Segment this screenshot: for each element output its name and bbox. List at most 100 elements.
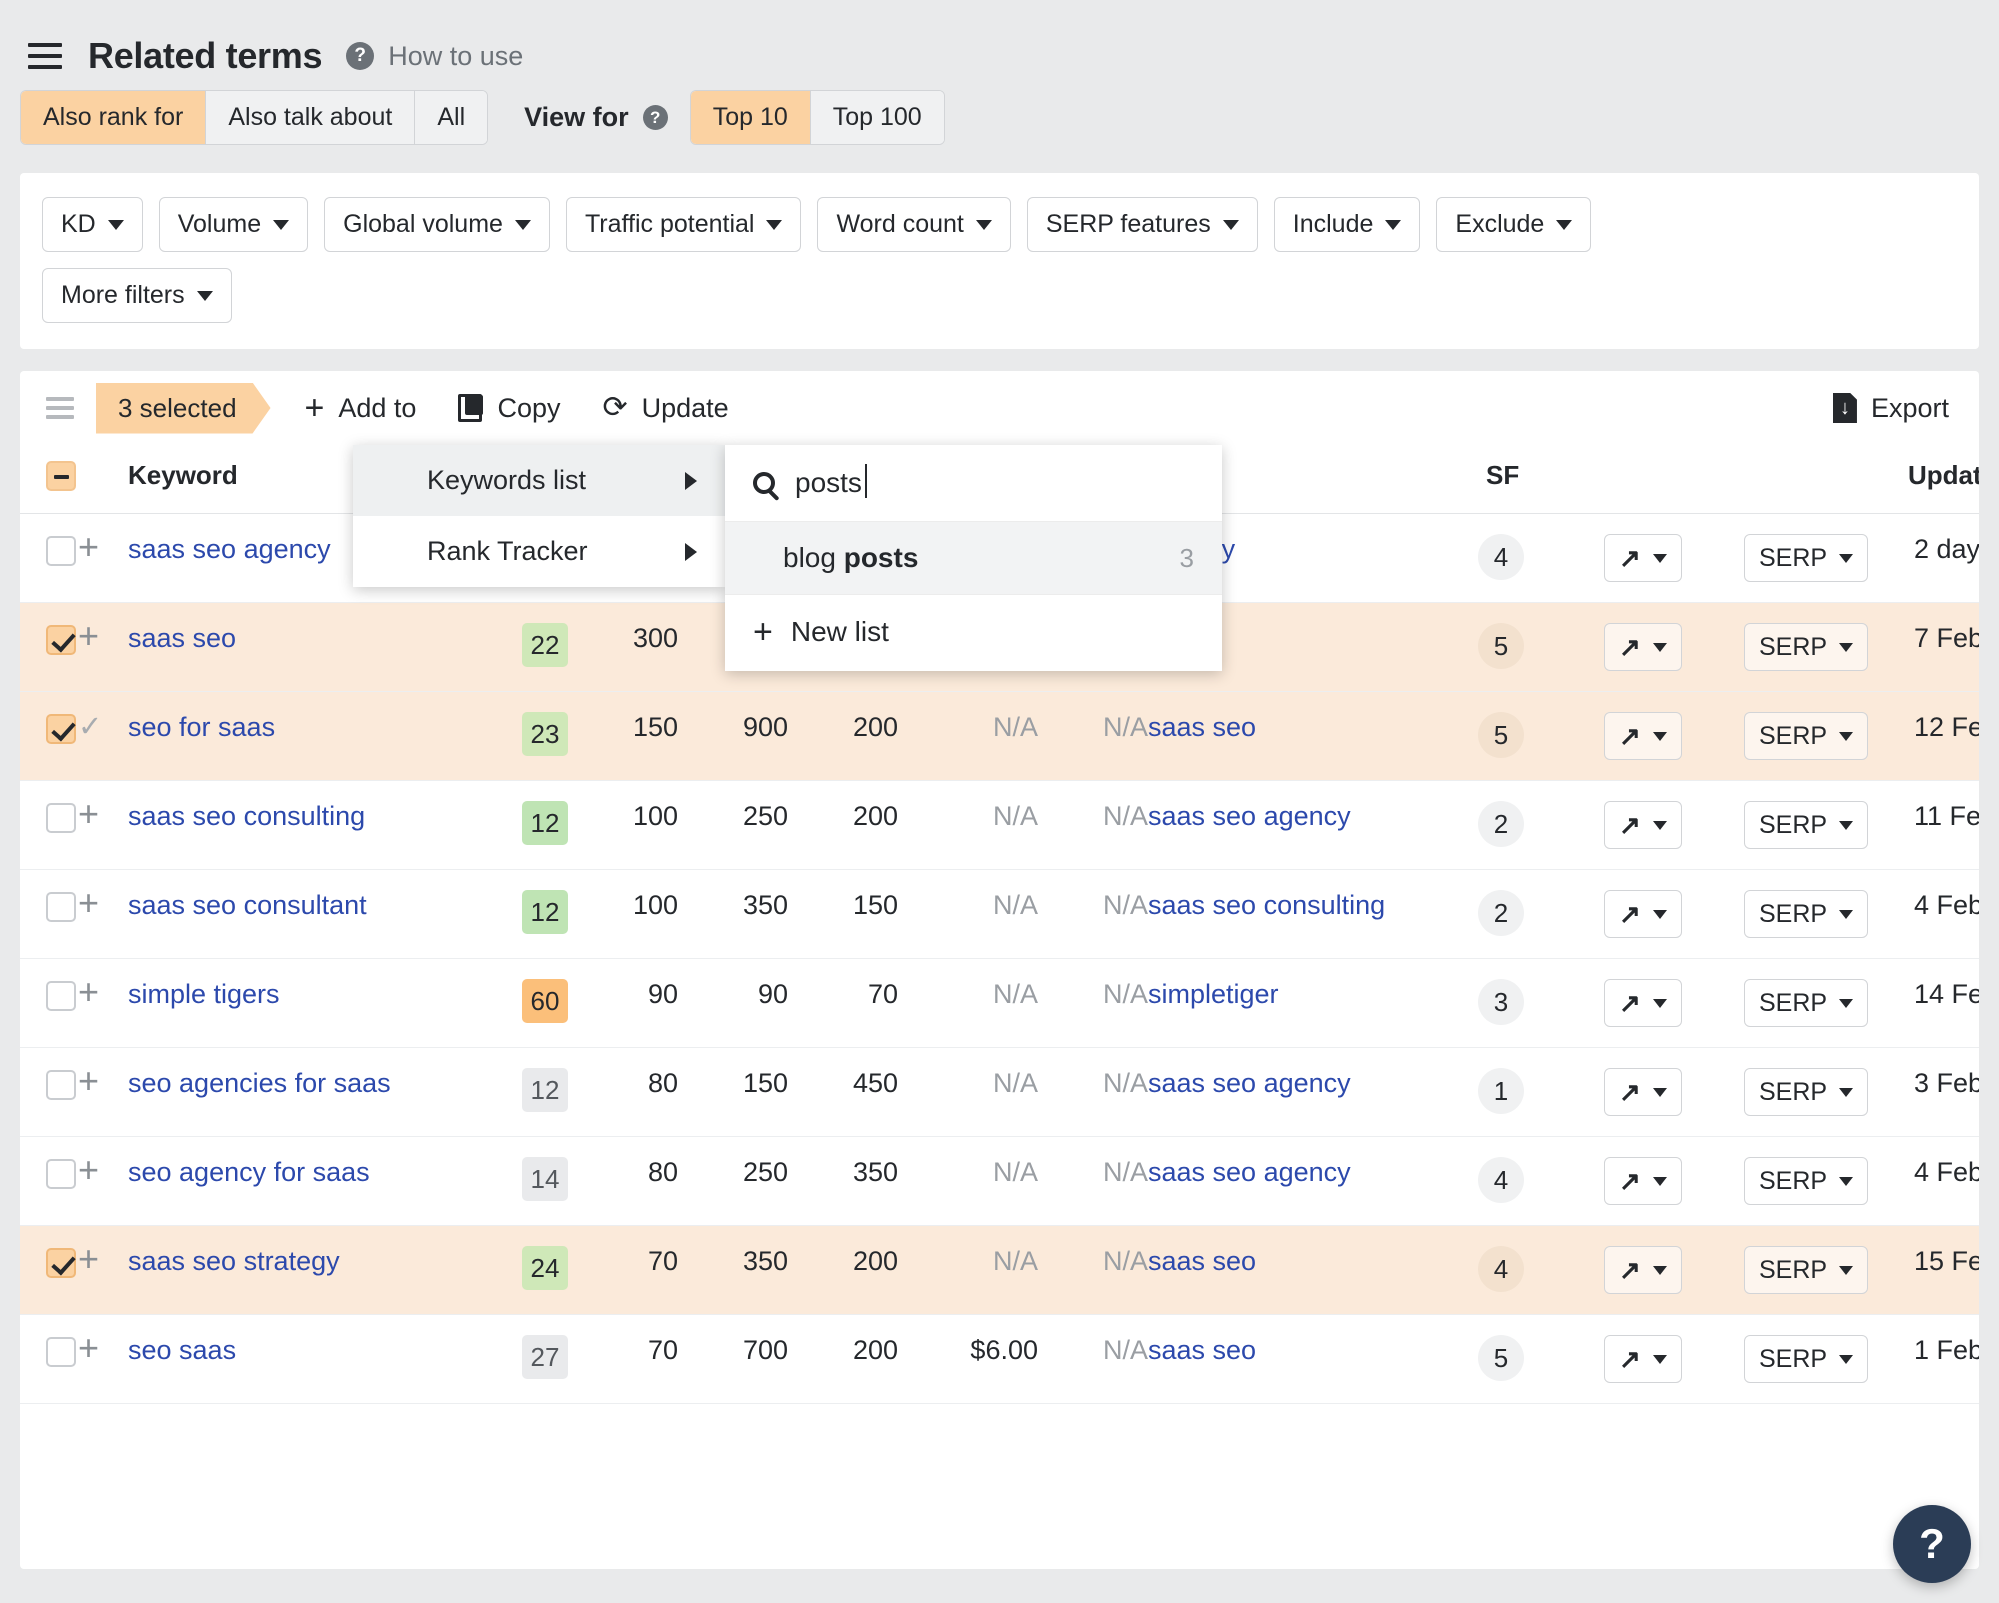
- filter-volume[interactable]: Volume: [159, 197, 308, 252]
- keyword-link[interactable]: seo agencies for saas: [128, 1068, 391, 1100]
- row-serp-cell[interactable]: SERP: [1738, 603, 1908, 692]
- header-sf[interactable]: SF: [1468, 445, 1598, 514]
- row-keyword-cell[interactable]: seo saas: [128, 1315, 458, 1404]
- question-mark-icon[interactable]: ?: [346, 42, 374, 70]
- row-trend-cell[interactable]: ↗: [1598, 1048, 1738, 1137]
- row-select-cell[interactable]: [20, 1048, 78, 1137]
- serp-dropdown[interactable]: SERP: [1744, 890, 1868, 938]
- row-trend-cell[interactable]: ↗: [1598, 692, 1738, 781]
- table-row[interactable]: +saas seo consultant12100350150N/AN/Asaa…: [20, 870, 1979, 959]
- row-serp-cell[interactable]: SERP: [1738, 692, 1908, 781]
- table-row[interactable]: ✓seo for saas23150900200N/AN/Asaas seo5↗…: [20, 692, 1979, 781]
- row-add-cell[interactable]: +: [78, 1137, 128, 1226]
- menu-item-keywords-list[interactable]: Keywords list: [353, 445, 725, 516]
- trend-dropdown[interactable]: ↗: [1604, 1068, 1682, 1116]
- serp-dropdown[interactable]: SERP: [1744, 1157, 1868, 1205]
- row-serp-cell[interactable]: SERP: [1738, 1048, 1908, 1137]
- row-checkbox[interactable]: [46, 1159, 76, 1189]
- serp-dropdown[interactable]: SERP: [1744, 534, 1868, 582]
- keyword-link[interactable]: saas seo consulting: [128, 801, 365, 833]
- row-keyword-cell[interactable]: saas seo consultant: [128, 870, 458, 959]
- row-add-cell[interactable]: +: [78, 603, 128, 692]
- serp-dropdown[interactable]: SERP: [1744, 623, 1868, 671]
- trend-dropdown[interactable]: ↗: [1604, 534, 1682, 582]
- row-keyword-cell[interactable]: seo agencies for saas: [128, 1048, 458, 1137]
- add-keyword-icon[interactable]: +: [78, 526, 99, 567]
- trend-dropdown[interactable]: ↗: [1604, 890, 1682, 938]
- row-checkbox[interactable]: [46, 892, 76, 922]
- row-keyword-cell[interactable]: seo for saas: [128, 692, 458, 781]
- filter-kd[interactable]: KD: [42, 197, 143, 252]
- row-add-cell[interactable]: +: [78, 1315, 128, 1404]
- row-add-cell[interactable]: +: [78, 870, 128, 959]
- add-keyword-icon[interactable]: +: [78, 1238, 99, 1279]
- row-select-cell[interactable]: [20, 959, 78, 1048]
- row-serp-cell[interactable]: SERP: [1738, 1137, 1908, 1226]
- select-all-checkbox[interactable]: [46, 461, 76, 491]
- list-search-input[interactable]: posts: [795, 467, 862, 499]
- row-add-cell[interactable]: +: [78, 514, 128, 603]
- row-parent-topic-cell[interactable]: saas seo consulting: [1148, 870, 1468, 959]
- row-serp-cell[interactable]: SERP: [1738, 1315, 1908, 1404]
- keyword-link[interactable]: saas seo agency: [128, 534, 331, 566]
- row-trend-cell[interactable]: ↗: [1598, 1137, 1738, 1226]
- row-add-cell[interactable]: ✓: [78, 692, 128, 781]
- keyword-link[interactable]: saas seo: [128, 623, 236, 655]
- table-row[interactable]: +saas seo consulting12100250200N/AN/Asaa…: [20, 781, 1979, 870]
- trend-dropdown[interactable]: ↗: [1604, 979, 1682, 1027]
- add-keyword-icon[interactable]: +: [78, 882, 99, 923]
- keyword-link[interactable]: seo saas: [128, 1335, 236, 1367]
- row-serp-cell[interactable]: SERP: [1738, 959, 1908, 1048]
- row-select-cell[interactable]: [20, 781, 78, 870]
- trend-dropdown[interactable]: ↗: [1604, 712, 1682, 760]
- tab-also-talk-about[interactable]: Also talk about: [206, 91, 415, 144]
- filter-global-volume[interactable]: Global volume: [324, 197, 550, 252]
- selected-count-badge[interactable]: 3 selected: [96, 383, 271, 434]
- row-checkbox[interactable]: [46, 625, 76, 655]
- filter-serp-features[interactable]: SERP features: [1027, 197, 1258, 252]
- export-button[interactable]: Export: [1833, 393, 1949, 424]
- row-trend-cell[interactable]: ↗: [1598, 603, 1738, 692]
- row-select-cell[interactable]: [20, 514, 78, 603]
- row-parent-topic-cell[interactable]: saas seo agency: [1148, 1137, 1468, 1226]
- copy-button[interactable]: Copy: [458, 393, 560, 424]
- row-checkbox[interactable]: [46, 803, 76, 833]
- add-keyword-icon[interactable]: +: [78, 1327, 99, 1368]
- row-select-cell[interactable]: [20, 1226, 78, 1315]
- tab-top-100[interactable]: Top 100: [811, 91, 944, 144]
- trend-dropdown[interactable]: ↗: [1604, 1335, 1682, 1383]
- update-button[interactable]: ⟳ Update: [602, 393, 728, 424]
- filter-traffic-potential[interactable]: Traffic potential: [566, 197, 802, 252]
- add-keyword-icon[interactable]: +: [78, 793, 99, 834]
- row-checkbox[interactable]: [46, 981, 76, 1011]
- serp-dropdown[interactable]: SERP: [1744, 1246, 1868, 1294]
- menu-item-rank-tracker[interactable]: Rank Tracker: [353, 516, 725, 587]
- add-keyword-icon[interactable]: +: [78, 1060, 99, 1101]
- filter-exclude[interactable]: Exclude: [1436, 197, 1591, 252]
- row-checkbox[interactable]: [46, 714, 76, 744]
- list-search-row[interactable]: posts: [725, 445, 1222, 522]
- row-parent-topic-cell[interactable]: saas seo agency: [1148, 781, 1468, 870]
- row-keyword-cell[interactable]: saas seo strategy: [128, 1226, 458, 1315]
- keyword-link[interactable]: seo for saas: [128, 712, 275, 744]
- row-serp-cell[interactable]: SERP: [1738, 781, 1908, 870]
- add-keyword-icon[interactable]: +: [78, 971, 99, 1012]
- row-parent-topic-cell[interactable]: simpletiger: [1148, 959, 1468, 1048]
- row-keyword-cell[interactable]: saas seo: [128, 603, 458, 692]
- add-to-button[interactable]: + Add to: [305, 391, 417, 425]
- row-select-cell[interactable]: [20, 603, 78, 692]
- row-add-cell[interactable]: +: [78, 1226, 128, 1315]
- row-checkbox[interactable]: [46, 1337, 76, 1367]
- row-keyword-cell[interactable]: simple tigers: [128, 959, 458, 1048]
- row-keyword-cell[interactable]: saas seo consulting: [128, 781, 458, 870]
- table-row[interactable]: +seo agencies for saas1280150450N/AN/Asa…: [20, 1048, 1979, 1137]
- header-updated[interactable]: Updated: [1908, 445, 1979, 514]
- new-list-button[interactable]: + New list: [725, 594, 1222, 671]
- add-keyword-icon[interactable]: +: [78, 1149, 99, 1190]
- filter-more-filters[interactable]: More filters: [42, 268, 232, 323]
- filter-include[interactable]: Include: [1274, 197, 1421, 252]
- keyword-link[interactable]: simple tigers: [128, 979, 280, 1011]
- serp-dropdown[interactable]: SERP: [1744, 979, 1868, 1027]
- row-checkbox[interactable]: [46, 1070, 76, 1100]
- row-add-cell[interactable]: +: [78, 959, 128, 1048]
